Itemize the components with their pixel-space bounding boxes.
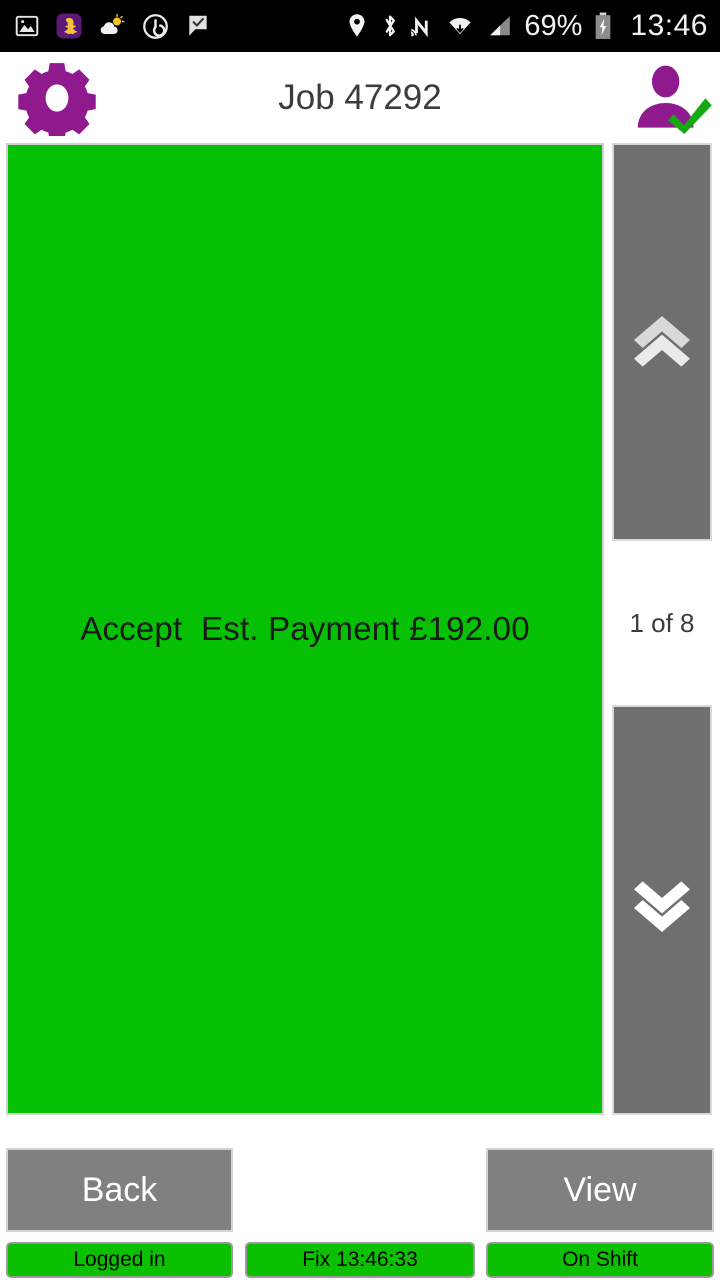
double-chevron-up-icon: [630, 312, 694, 373]
checkmark-flag-icon: [185, 13, 211, 39]
view-button[interactable]: View: [486, 1148, 714, 1232]
gps-fix-label: Fix 13:46:33: [302, 1248, 418, 1271]
cellular-signal-icon: [485, 13, 513, 39]
accept-job-panel[interactable]: Accept Est. Payment £192.00: [6, 143, 604, 1115]
scroll-down-button[interactable]: [612, 705, 712, 1115]
app-header: Job 47292: [0, 52, 720, 143]
snapchat-app-icon: [56, 13, 82, 39]
clock-label: 13:46: [630, 9, 708, 42]
scroll-up-button[interactable]: [612, 143, 712, 541]
user-accepted-icon[interactable]: [630, 64, 714, 139]
status-bar-system-icons: 69% 13:46: [345, 9, 708, 43]
back-button[interactable]: Back: [6, 1148, 233, 1232]
gps-fix-status-button[interactable]: Fix 13:46:33: [245, 1242, 475, 1278]
location-pin-icon: [345, 13, 369, 39]
double-chevron-down-icon: [630, 880, 694, 941]
nfc-icon: [411, 13, 435, 39]
bluetooth-icon: [380, 13, 400, 39]
photo-icon: [14, 13, 40, 39]
app-screen: 69% 13:46 Job 47292 Accept Est. Payment …: [0, 0, 720, 1280]
login-status-label: Logged in: [73, 1248, 166, 1271]
login-status-button[interactable]: Logged in: [6, 1242, 233, 1278]
page-title: Job 47292: [278, 77, 442, 117]
battery-percent-label: 69%: [524, 9, 583, 42]
back-button-label: Back: [81, 1170, 158, 1209]
view-button-label: View: [563, 1170, 637, 1209]
accept-panel-label: Accept Est. Payment £192.00: [80, 610, 530, 647]
power-circle-icon: [142, 13, 169, 40]
status-bar-notification-icons: [14, 13, 211, 40]
battery-charging-icon: [593, 12, 613, 40]
wifi-icon: [446, 13, 474, 39]
shift-status-label: On Shift: [562, 1248, 638, 1271]
weather-cloud-sun-icon: [98, 13, 126, 39]
system-status-bar: 69% 13:46: [0, 0, 720, 52]
shift-status-button[interactable]: On Shift: [486, 1242, 714, 1278]
page-indicator: 1 of 8: [629, 607, 695, 638]
